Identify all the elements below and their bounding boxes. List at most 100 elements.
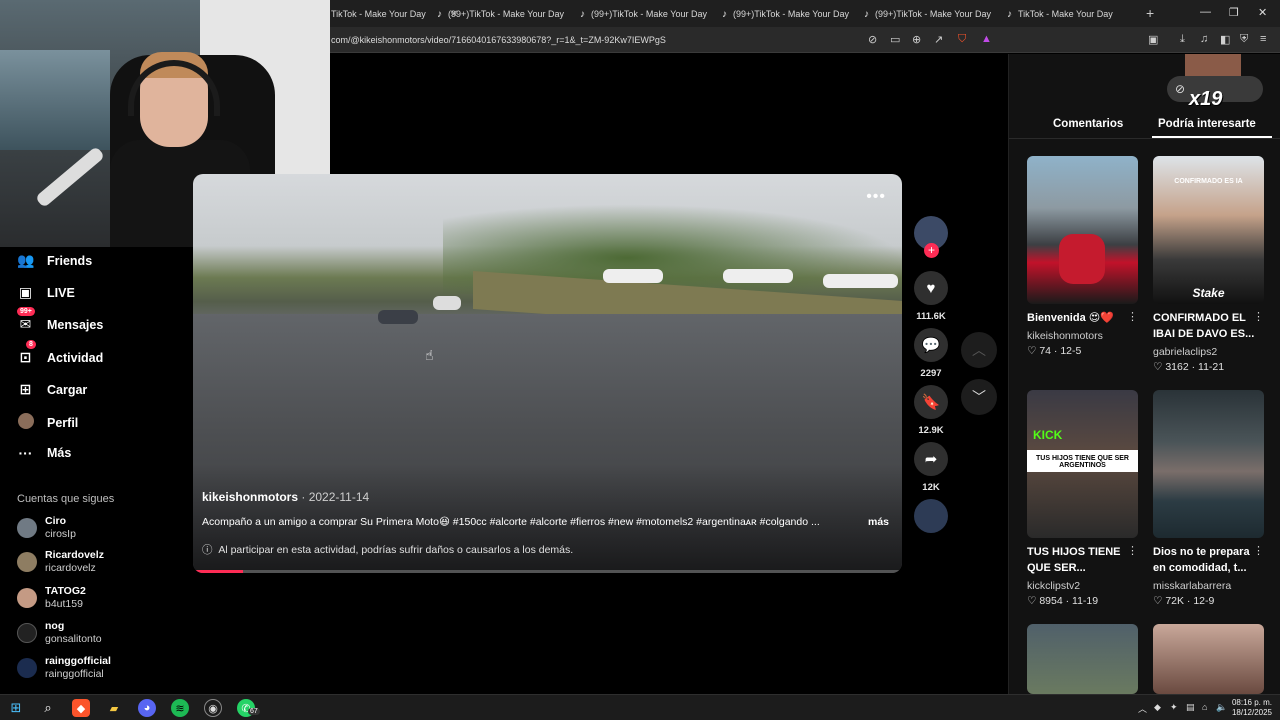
card-title[interactable]: TUS HIJOS TIENE QUE SER... [1027, 544, 1135, 576]
activity-icon: ⊡ 8 [17, 340, 36, 366]
zoom-icon[interactable]: ⊕ [912, 33, 921, 46]
save-button[interactable]: 🔖 [914, 385, 948, 419]
video-date: · 2022-11-14 [301, 490, 370, 504]
tray-app-icon[interactable]: ◆ [1154, 702, 1161, 713]
comment-button[interactable]: 💬 [914, 328, 948, 362]
card-title[interactable]: Dios no te prepara en comodidad, t... [1153, 544, 1261, 576]
sound-avatar[interactable] [914, 499, 948, 533]
share-icon[interactable]: ↗ [934, 33, 943, 46]
tray-app-icon[interactable]: ▤ [1186, 702, 1195, 713]
volume-icon[interactable]: 🔈 [1216, 702, 1227, 713]
vpn-icon[interactable]: ⛨ [1240, 33, 1248, 46]
progress-fill [193, 570, 243, 573]
sidebar-item-upload[interactable]: ⊞ Cargar [17, 381, 88, 398]
spotify-icon[interactable]: ≋ [171, 699, 189, 717]
card-username[interactable]: kikeishonmotors [1027, 330, 1103, 342]
sidebar-item-friends[interactable]: 👥 Friends [17, 252, 92, 269]
sidebar-item-more[interactable]: ··· Más [17, 445, 72, 461]
following-account[interactable]: TATOG2 b4ut159 [17, 585, 86, 611]
avatar [17, 588, 37, 608]
share-button[interactable]: ➦ [914, 442, 948, 476]
video-thumbnail[interactable]: TUS HIJOS TIENE QUE SER ARGENTINOS KICK [1027, 390, 1138, 538]
video-thumbnail[interactable] [1027, 624, 1138, 694]
tab-label: TikTok - Make Your Day [331, 9, 426, 19]
following-account[interactable]: Ciro cirosIp [17, 515, 76, 541]
following-account[interactable]: Ricardovelz ricardovelz [17, 549, 104, 575]
video-thumbnail[interactable] [1153, 624, 1264, 694]
brave-shield-icon[interactable]: ⛉ [958, 33, 966, 46]
tiktok-icon: ♪ [722, 8, 727, 20]
comment-icon: 💬 [921, 337, 941, 354]
browser-tab[interactable]: ♪ (99+)TikTok - Make Your Day [864, 5, 991, 23]
brave-browser-icon[interactable]: ◆ [72, 699, 90, 717]
card-username[interactable]: kickclipstv2 [1027, 580, 1080, 592]
tab-recommended[interactable]: Podría interesarte [1158, 118, 1256, 130]
file-explorer-icon[interactable]: ▰ [105, 699, 123, 717]
video-car [603, 269, 663, 283]
video-player[interactable]: ••• kikeishonmotors · 2022-11-14 Acompañ… [193, 174, 902, 573]
card-username[interactable]: misskarlabarrera [1153, 580, 1231, 592]
card-options-icon[interactable]: ⋮ [1127, 544, 1138, 557]
card-username[interactable]: gabrielaclips2 [1153, 346, 1217, 358]
sidebar-item-activity[interactable]: ⊡ 8 Actividad [17, 340, 104, 366]
sidebar-item-label: Actividad [47, 350, 104, 365]
card-title[interactable]: Bienvenida 😍❤️ [1027, 310, 1135, 326]
music-icon[interactable]: ♫ [1200, 33, 1208, 45]
new-tab-icon[interactable]: + [1146, 5, 1154, 21]
tab-comments[interactable]: Comentarios [1053, 118, 1123, 130]
browser-tab[interactable]: ♪ (99+)TikTok - Make Your Day [437, 5, 564, 23]
no-tracking-icon[interactable]: ⊘ [868, 33, 877, 46]
tray-overflow-icon[interactable]: ︿ [1138, 702, 1147, 715]
network-icon[interactable]: ⌂ [1202, 702, 1207, 712]
more-icon: ··· [18, 445, 33, 461]
account-username: b4ut159 [45, 598, 83, 610]
sidebar-item-messages[interactable]: ✉ 99+ Mensajes [17, 307, 104, 333]
url-field[interactable]: com/@kikeishonmotors/video/7166040167633… [331, 35, 666, 45]
tiktok-icon: ♪ [580, 8, 585, 20]
video-description: Acompaño a un amigo a comprar Su Primera… [202, 516, 820, 528]
card-options-icon[interactable]: ⋮ [1253, 310, 1264, 323]
video-thumbnail[interactable]: CONFIRMADO ES IA Stake [1153, 156, 1264, 304]
card-options-icon[interactable]: ⋮ [1253, 544, 1264, 557]
avatar [17, 658, 37, 678]
follow-plus-icon[interactable]: + [924, 243, 939, 258]
video-author[interactable]: kikeishonmotors · 2022-11-14 [202, 490, 369, 504]
tray-app-icon[interactable]: ✦ [1170, 702, 1178, 713]
like-button[interactable]: ♥ [914, 271, 948, 305]
browser-tab[interactable]: ♪ (99+)TikTok - Make Your Day [722, 5, 849, 23]
browser-tab[interactable]: ♪ TikTok - Make Your Day [1007, 5, 1113, 23]
sidebar-item-label: Mensajes [47, 317, 104, 332]
panel-icon[interactable]: ◧ [1220, 33, 1230, 46]
rewards-icon[interactable]: ▲ [981, 33, 992, 45]
restore-icon[interactable]: ❐ [1229, 6, 1239, 19]
bookmark-icon: 🔖 [921, 394, 941, 411]
picture-icon[interactable]: ▭ [890, 33, 900, 46]
system-clock[interactable]: 08:16 p. m. 18/12/2025 [1232, 698, 1272, 718]
menu-icon[interactable]: ≡ [1260, 33, 1266, 45]
close-window-icon[interactable]: ✕ [1258, 6, 1267, 19]
download-icon[interactable]: ⤓ [1180, 33, 1185, 46]
sidebar-item-profile[interactable]: Perfil [17, 413, 78, 432]
sidebar-toggle-icon[interactable]: ▣ [1148, 33, 1158, 46]
gift-icon: ⊘ [1175, 82, 1186, 96]
more-text-button[interactable]: más [868, 516, 889, 528]
card-options-icon[interactable]: ⋮ [1127, 310, 1138, 323]
tab-label: TikTok - Make Your Day [1018, 9, 1113, 19]
search-icon[interactable]: ⌕ [39, 699, 57, 717]
video-thumbnail[interactable] [1027, 156, 1138, 304]
obs-icon[interactable]: ◉ [204, 699, 222, 717]
video-thumbnail[interactable] [1153, 390, 1264, 538]
video-progress-bar[interactable] [193, 570, 902, 573]
next-video-button[interactable]: ﹀ [961, 379, 997, 415]
previous-video-button[interactable]: ︿ [961, 332, 997, 368]
sidebar-item-live[interactable]: ▣ LIVE [17, 284, 75, 301]
browser-tab[interactable]: ♪ (99+)TikTok - Make Your Day [580, 5, 707, 23]
more-options-icon[interactable]: ••• [866, 188, 886, 206]
discord-icon[interactable]: ◕ [138, 699, 156, 717]
minimize-icon[interactable]: — [1200, 6, 1211, 18]
following-account[interactable]: nog gonsalitonto [17, 620, 102, 646]
upload-icon: ⊞ [19, 381, 32, 397]
following-account[interactable]: rainggofficial rainggofficial [17, 655, 111, 681]
windows-start-icon[interactable]: ⊞ [7, 699, 25, 717]
card-title[interactable]: CONFIRMADO EL IBAI DE DAVO ES... [1153, 310, 1261, 342]
